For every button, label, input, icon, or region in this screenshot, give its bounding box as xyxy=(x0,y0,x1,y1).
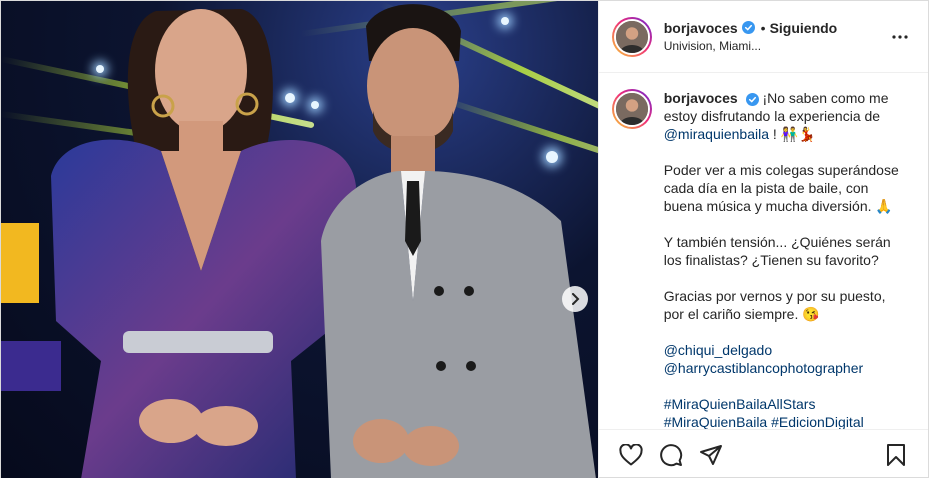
emoji-kiss: 😘 xyxy=(802,306,820,322)
mention-link[interactable]: @chiqui_delgado xyxy=(664,342,772,358)
post-sidebar: borjavoces • Siguiendo Univision, Miami.… xyxy=(597,1,928,478)
verified-badge-icon xyxy=(741,21,755,35)
caption-avatar[interactable] xyxy=(611,89,652,129)
post-photo[interactable] xyxy=(1,1,598,478)
caption-paragraph: Poder ver a mis colegas superándose cada… xyxy=(664,161,904,215)
user-portrait-icon xyxy=(615,20,648,53)
like-button[interactable] xyxy=(611,435,651,475)
caption-text: borjavoces ¡No saben como me estoy disfr… xyxy=(664,89,904,429)
separator-dot: • xyxy=(760,19,766,36)
caption-paragraph: Gracias por vernos y por su puesto, por … xyxy=(664,287,904,323)
hashtag-link[interactable]: #MiraQuienBaila #EdicionDigital xyxy=(664,414,864,429)
author-row: borjavoces • Siguiendo xyxy=(664,19,888,37)
avatar-photo xyxy=(613,18,650,55)
caption-paragraph: Y también tensión... ¿Quiénes serán los … xyxy=(664,233,904,269)
post-header: borjavoces • Siguiendo Univision, Miami.… xyxy=(598,1,928,73)
mention-link[interactable]: @miraquienbaila xyxy=(664,126,769,142)
hashtag-link[interactable]: #MiraQuienBailaAllStars xyxy=(664,396,816,412)
paper-plane-icon xyxy=(699,444,722,465)
caption-username[interactable]: borjavoces xyxy=(664,90,738,106)
emoji-pray: 🙏 xyxy=(875,198,893,214)
caption-hashtags: #MiraQuienBailaAllStars #MiraQuienBaila … xyxy=(664,395,904,429)
chevron-right-icon xyxy=(572,293,580,305)
man-in-plaid-suit xyxy=(321,4,596,478)
caption-text-2: Poder ver a mis colegas superándose cada… xyxy=(663,162,899,214)
mention-link[interactable]: @harrycastiblancophotographer xyxy=(664,360,863,376)
comments-section[interactable]: borjavoces ¡No saben como me estoy disfr… xyxy=(599,73,928,429)
avatar-photo xyxy=(613,91,650,127)
author-username[interactable]: borjavoces xyxy=(664,19,738,37)
caption-text-3: Y también tensión... ¿Quiénes serán los … xyxy=(663,234,891,268)
verified-badge-icon xyxy=(745,92,759,106)
carousel-next-button[interactable] xyxy=(562,286,588,312)
caption-text-4: Gracias por vernos y por su puesto, por … xyxy=(663,288,886,322)
caption-text-1-tail: ! xyxy=(772,126,777,142)
author-avatar[interactable] xyxy=(611,16,652,57)
stage-screen xyxy=(1,223,39,303)
instagram-post: borjavoces • Siguiendo Univision, Miami.… xyxy=(0,0,929,478)
bookmark-icon xyxy=(887,443,905,466)
post-location[interactable]: Univision, Miami... xyxy=(664,39,888,55)
action-bar xyxy=(598,429,928,478)
save-button[interactable] xyxy=(876,435,916,475)
comment-icon xyxy=(659,443,682,466)
comment-button[interactable] xyxy=(651,435,691,475)
caption-mentions: @chiqui_delgado @harrycastiblancophotogr… xyxy=(664,341,904,377)
emoji-dancers: 👫💃 xyxy=(780,126,816,142)
follow-status-button[interactable]: Siguiendo xyxy=(770,19,838,37)
caption-paragraph: borjavoces ¡No saben como me estoy disfr… xyxy=(664,89,904,143)
heart-icon xyxy=(619,443,643,465)
user-portrait-icon xyxy=(615,93,648,125)
more-options-icon xyxy=(892,34,908,39)
post-caption: borjavoces ¡No saben como me estoy disfr… xyxy=(611,89,912,429)
author-info: borjavoces • Siguiendo Univision, Miami.… xyxy=(664,19,888,55)
more-options-button[interactable] xyxy=(888,34,912,39)
share-button[interactable] xyxy=(691,435,731,475)
